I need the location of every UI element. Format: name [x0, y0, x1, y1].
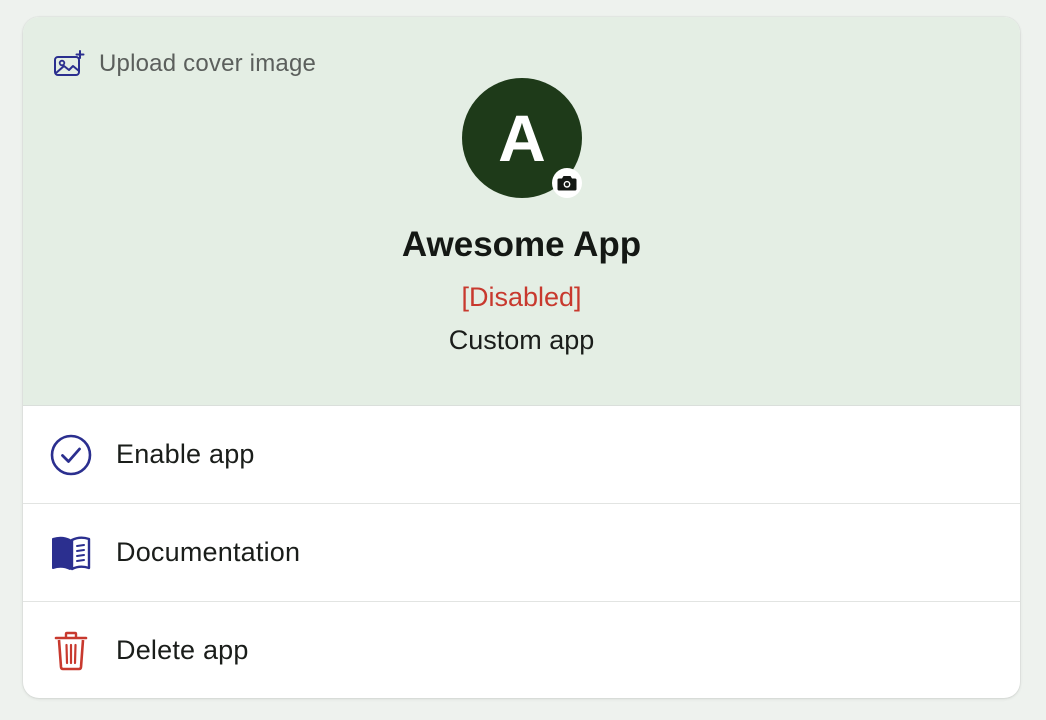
- status-badge: [Disabled]: [461, 282, 582, 312]
- enable-app-label: Enable app: [116, 439, 255, 469]
- app-name: Awesome App: [401, 225, 642, 264]
- documentation-label: Documentation: [116, 537, 301, 567]
- image-plus-icon: [53, 50, 85, 78]
- trash-icon: [50, 630, 92, 672]
- cover-area: Upload cover image A Awesome App [Disabl…: [23, 17, 1020, 406]
- delete-app-label: Delete app: [116, 635, 249, 665]
- app-card: Upload cover image A Awesome App [Disabl…: [23, 17, 1020, 698]
- avatar-container: A: [462, 78, 582, 198]
- check-circle-icon: [50, 434, 92, 476]
- change-avatar-button[interactable]: [552, 168, 582, 198]
- delete-app-button[interactable]: Delete app: [23, 602, 1020, 698]
- camera-icon: [557, 175, 577, 191]
- upload-cover-image-button[interactable]: Upload cover image: [53, 50, 316, 78]
- avatar-letter: A: [498, 101, 546, 175]
- book-icon: [50, 532, 92, 574]
- upload-cover-label: Upload cover image: [99, 50, 317, 77]
- documentation-link[interactable]: Documentation: [23, 504, 1020, 602]
- enable-app-button[interactable]: Enable app: [23, 406, 1020, 504]
- app-type: Custom app: [448, 325, 595, 355]
